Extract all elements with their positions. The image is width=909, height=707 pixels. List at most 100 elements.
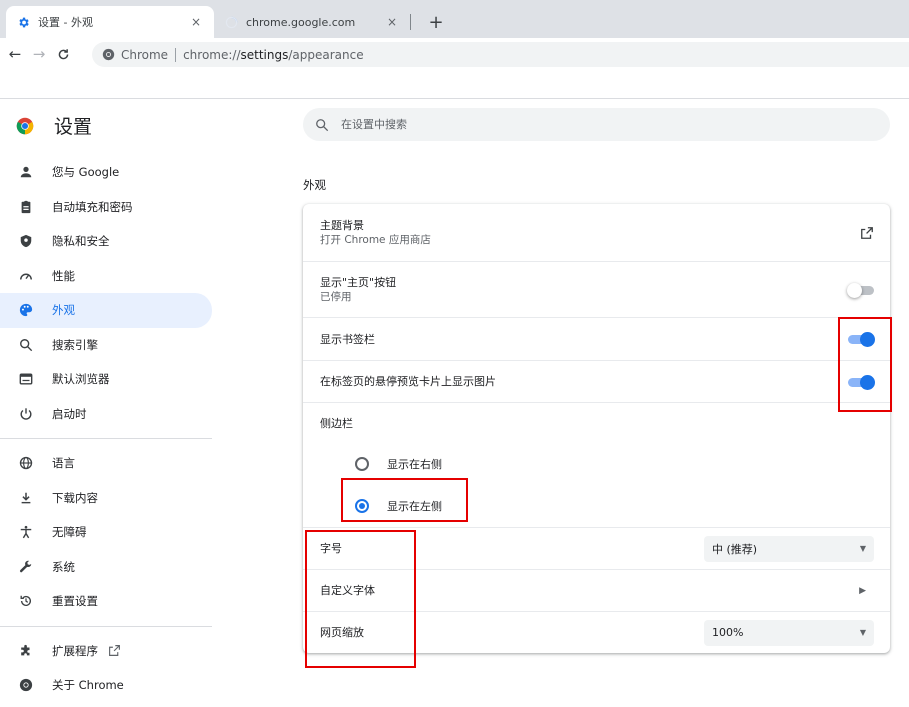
sidebar-position-title: 侧边栏 <box>320 417 353 430</box>
radio-label: 显示在右侧 <box>387 458 442 471</box>
download-icon <box>18 490 34 506</box>
home-button-labels: 显示"主页"按钮 已停用 <box>320 275 848 304</box>
radio-button[interactable] <box>355 457 369 471</box>
custom-fonts-labels: 自定义字体 <box>320 583 859 598</box>
puzzle-icon <box>18 643 34 659</box>
bookmarks-bar-title: 显示书签栏 <box>320 332 375 346</box>
settings-sidebar: 您与 Google 自动填充和密码 隐私和安全 性能 外观 搜索引擎 默认浏览器… <box>0 155 212 703</box>
address-bar[interactable]: Chrome chrome://settings/appearance <box>92 42 909 67</box>
settings-search[interactable] <box>303 108 890 141</box>
new-tab-button[interactable]: + <box>424 10 448 34</box>
sidebar-item-label: 下载内容 <box>52 490 98 505</box>
sidebar-item-accessibility[interactable]: 无障碍 <box>0 515 212 550</box>
search-icon <box>316 118 329 131</box>
home-button-toggle[interactable] <box>847 282 874 298</box>
radio-sidebar-left[interactable]: 显示在左侧 <box>303 494 890 518</box>
page-zoom-title: 网页缩放 <box>320 626 364 639</box>
toggle-knob <box>860 332 875 347</box>
tab-settings-appearance[interactable]: 设置 - 外观 × <box>6 6 214 38</box>
page-zoom-labels: 网页缩放 <box>320 625 704 640</box>
hover-preview-toggle[interactable] <box>848 374 875 390</box>
settings-header: 设置 <box>16 112 92 139</box>
toggle-knob <box>860 374 875 390</box>
sidebar-item-label: 语言 <box>52 456 75 471</box>
url-path: /appearance <box>288 47 364 62</box>
sidebar-item-performance[interactable]: 性能 <box>0 259 212 294</box>
sidebar-divider <box>0 625 212 627</box>
forward-button[interactable]: → <box>28 43 50 65</box>
caret-down-icon: ▼ <box>859 628 866 637</box>
sidebar-item-label: 默认浏览器 <box>52 372 110 387</box>
home-button-row[interactable]: 显示"主页"按钮 已停用 <box>303 261 890 317</box>
sidebar-item-search-engine[interactable]: 搜索引擎 <box>0 328 212 363</box>
search-input[interactable] <box>341 118 741 131</box>
loading-icon <box>224 15 238 29</box>
open-in-new-icon[interactable] <box>860 226 874 240</box>
sidebar-item-label: 自动填充和密码 <box>52 199 133 214</box>
appearance-card: 主题背景 打开 Chrome 应用商店 显示"主页"按钮 已停用 显示书签栏 在… <box>303 204 890 653</box>
bookmarks-bar-toggle[interactable] <box>848 332 875 347</box>
bookmarks-bar-labels: 显示书签栏 <box>320 332 848 347</box>
close-icon[interactable]: × <box>384 14 400 30</box>
sidebar-item-default-browser[interactable]: 默认浏览器 <box>0 362 212 397</box>
section-title: 外观 <box>303 178 326 192</box>
tab-chrome-web-store[interactable]: chrome.google.com × <box>214 6 410 38</box>
radio-sidebar-right[interactable]: 显示在右侧 <box>303 452 890 476</box>
url-host: settings <box>240 47 289 62</box>
sidebar-item-reset[interactable]: 重置设置 <box>0 584 212 619</box>
hover-preview-row[interactable]: 在标签页的悬停预览卡片上显示图片 <box>303 360 890 402</box>
page-zoom-select[interactable]: 100% ▼ <box>704 619 874 646</box>
sidebar-item-extensions[interactable]: 扩展程序 <box>0 634 212 669</box>
caret-down-icon: ▼ <box>859 544 866 553</box>
accessibility-icon <box>18 524 34 540</box>
reload-icon <box>58 48 68 59</box>
page-zoom-row: 网页缩放 100% ▼ <box>303 611 890 653</box>
sidebar-item-downloads[interactable]: 下载内容 <box>0 481 212 516</box>
sidebar-item-on-startup[interactable]: 启动时 <box>0 397 212 432</box>
reload-button[interactable] <box>52 43 74 65</box>
sidebar-item-about-chrome[interactable]: 关于 Chrome <box>0 668 212 703</box>
chrome-icon <box>18 677 34 693</box>
radio-button[interactable] <box>355 499 369 513</box>
chip-divider <box>175 47 177 62</box>
theme-row[interactable]: 主题背景 打开 Chrome 应用商店 <box>303 204 890 261</box>
clipboard-icon <box>18 199 34 215</box>
browser-icon <box>18 371 34 387</box>
sidebar-item-you-and-google[interactable]: 您与 Google <box>0 155 212 190</box>
hover-preview-title: 在标签页的悬停预览卡片上显示图片 <box>320 375 496 388</box>
home-button-title: 显示"主页"按钮 <box>320 276 397 289</box>
speedometer-icon <box>18 268 34 284</box>
sidebar-item-privacy[interactable]: 隐私和安全 <box>0 224 212 259</box>
font-size-labels: 字号 <box>320 541 704 556</box>
select-value: 中 (推荐) <box>712 542 758 556</box>
chrome-icon <box>102 48 115 61</box>
sidebar-position-labels: 侧边栏 <box>320 416 874 431</box>
toggle-knob <box>847 282 862 298</box>
bookmarks-bar-row[interactable]: 显示书签栏 <box>303 317 890 360</box>
back-button[interactable]: ← <box>4 43 26 65</box>
radio-label: 显示在左侧 <box>387 500 442 513</box>
close-icon[interactable]: × <box>188 14 204 30</box>
sidebar-item-label: 无障碍 <box>52 525 87 540</box>
shield-icon <box>18 233 34 249</box>
globe-icon <box>18 455 34 471</box>
font-size-select[interactable]: 中 (推荐) ▼ <box>704 535 874 562</box>
select-value: 100% <box>712 626 744 639</box>
sidebar-item-languages[interactable]: 语言 <box>0 446 212 481</box>
chrome-logo-icon <box>16 117 34 134</box>
sidebar-item-system[interactable]: 系统 <box>0 550 212 585</box>
sidebar-item-label: 搜索引擎 <box>52 337 98 352</box>
sidebar-item-label: 隐私和安全 <box>52 234 110 249</box>
sidebar-item-autofill[interactable]: 自动填充和密码 <box>0 190 212 225</box>
custom-fonts-row[interactable]: 自定义字体 ▶ <box>303 569 890 611</box>
wrench-icon <box>18 559 34 575</box>
reset-icon <box>18 593 34 609</box>
page-title: 设置 <box>54 116 93 138</box>
sidebar-item-label: 外观 <box>52 303 75 318</box>
sidebar-item-label: 重置设置 <box>52 594 98 609</box>
sidebar-item-appearance[interactable]: 外观 <box>0 293 212 328</box>
home-button-subtitle: 已停用 <box>320 291 352 303</box>
toolbar: ← → Chrome chrome://settings/appearance <box>0 38 909 70</box>
font-size-title: 字号 <box>320 542 342 555</box>
site-chip[interactable]: Chrome <box>121 48 168 62</box>
